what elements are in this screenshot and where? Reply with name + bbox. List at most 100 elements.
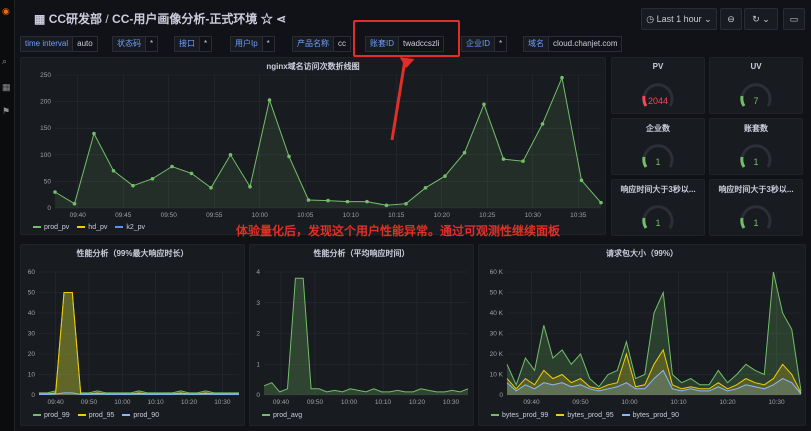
legend-label: bytes_prod_95	[567, 412, 614, 419]
folder-name[interactable]: CC研发部	[49, 12, 102, 26]
legend-label: prod_avg	[273, 412, 303, 419]
variable-status-code[interactable]: 状态码 *	[112, 36, 159, 52]
variable-label: 用户Ip	[230, 36, 263, 52]
legend-item[interactable]: prod_90	[122, 412, 159, 419]
data-point	[209, 185, 213, 190]
highlight-box	[353, 20, 460, 57]
variable-label: 状态码	[112, 36, 146, 52]
legend-item[interactable]: bytes_prod_95	[556, 412, 614, 419]
data-point	[540, 122, 545, 126]
legend-label: bytes_prod_90	[632, 412, 679, 419]
x-tick-label: 09:40	[70, 212, 87, 219]
stat-panel[interactable]: 账套数 1	[709, 118, 803, 175]
data-point	[170, 164, 174, 169]
x-tick-label: 09:45	[115, 212, 132, 219]
data-point	[53, 190, 57, 194]
grafana-logo-icon[interactable]: ◉	[2, 6, 12, 16]
stat-panel[interactable]: UV 7	[709, 57, 803, 114]
stat-title: 响应时间大于3秒以...	[718, 185, 794, 194]
data-point	[72, 201, 77, 206]
variable-value[interactable]: cc	[334, 36, 351, 52]
y-tick-label: 20	[28, 351, 36, 358]
dashboards-icon[interactable]: ▦	[2, 82, 12, 92]
legend-item[interactable]: prod_avg	[262, 412, 302, 419]
stat-title: 账套数	[744, 124, 768, 133]
x-tick-label: 10:00	[114, 399, 131, 406]
variable-value[interactable]: *	[262, 36, 275, 52]
y-tick-label: 60	[28, 269, 36, 276]
refresh-icon[interactable]: ↻ ⌄	[744, 8, 778, 30]
dashboard-title[interactable]: CC-用户画像分析-正式环境	[112, 12, 257, 26]
y-tick-label: 0	[256, 392, 260, 399]
data-point	[599, 200, 603, 205]
panel-avg-latency[interactable]: 性能分析（平均响应时间） 0 1 2 3 4 09:40 09:50 10:00 10:10 10…	[249, 244, 474, 426]
legend-label: k2_pv	[126, 224, 146, 231]
variable-value[interactable]: auto	[73, 36, 98, 52]
x-tick-label: 10:10	[148, 399, 165, 406]
stat-panel[interactable]: 响应时间大于3秒以... 1	[611, 179, 705, 236]
x-tick-label: 10:20	[719, 399, 736, 406]
legend-item[interactable]: prod_pv	[33, 224, 69, 231]
stat-panel[interactable]: 响应时间大于3秒以... 1	[709, 179, 803, 236]
variable-api[interactable]: 接口 *	[174, 36, 213, 52]
variable-value[interactable]: cloud.chanjet.com	[549, 36, 623, 52]
share-icon[interactable]: ⋖	[276, 12, 286, 26]
data-point	[248, 184, 252, 189]
data-point	[189, 171, 194, 176]
variable-enterprise-id[interactable]: 企业ID *	[461, 36, 508, 52]
data-point	[521, 159, 525, 163]
variable-value[interactable]: *	[200, 36, 213, 52]
legend-label: prod_90	[133, 412, 160, 419]
zoom-out-icon[interactable]: ⊖	[720, 8, 742, 30]
variable-domain[interactable]: 域名 cloud.chanjet.com	[523, 36, 623, 52]
legend-item[interactable]: k2_pv	[115, 224, 145, 231]
tv-mode-icon[interactable]: ▭	[783, 8, 805, 30]
panel-request-size[interactable]: 请求包大小（99%） 0 10 K 20 K 30 K 40 K 50 K 60 K 09:4…	[478, 244, 806, 426]
variable-value[interactable]: *	[495, 36, 508, 52]
search-icon[interactable]: ⌕	[2, 56, 12, 66]
panel-nginx-visits[interactable]: nginx域名访问次数折线图 0 50 100 150 200 250 09:40 09:45…	[20, 57, 606, 235]
y-tick-label: 50	[28, 290, 36, 297]
star-icon[interactable]: ☆	[261, 12, 273, 26]
variable-time-interval[interactable]: time interval auto	[20, 36, 98, 52]
data-point	[92, 131, 96, 136]
legend-label: bytes_prod_99	[502, 412, 549, 419]
legend-item[interactable]: hd_pv	[77, 224, 107, 231]
data-point	[579, 178, 584, 183]
x-tick-label: 09:50	[161, 212, 178, 219]
data-point	[345, 199, 350, 204]
y-tick-label: 10	[28, 372, 36, 379]
x-tick-label: 10:30	[768, 399, 785, 406]
x-tick-label: 10:30	[525, 212, 542, 219]
dashboard-breadcrumb: ▦ CC研发部 / CC-用户画像分析-正式环境 ☆ ⋖	[34, 10, 286, 27]
time-range-label: Last 1 hour	[656, 14, 702, 24]
stat-title: 响应时间大于3秒以...	[620, 185, 696, 194]
data-point	[560, 75, 564, 80]
x-tick-label: 10:00	[621, 399, 638, 406]
x-tick-label: 09:40	[48, 399, 65, 406]
explore-icon[interactable]: ⚑	[2, 106, 12, 116]
variable-user-ip[interactable]: 用户Ip *	[230, 36, 275, 52]
panel-p99-latency[interactable]: 性能分析（99%最大响应时长） 0 10 20 30 40 50 60 09:40 09:50 1…	[20, 244, 245, 426]
legend-item[interactable]: bytes_prod_99	[491, 412, 548, 419]
variable-value[interactable]: *	[146, 36, 159, 52]
stat-value: 1	[655, 157, 661, 167]
data-point	[131, 183, 135, 188]
time-range-picker[interactable]: ◷ Last 1 hour ⌄	[641, 8, 717, 30]
y-tick-label: 0	[31, 392, 35, 399]
legend-item[interactable]: prod_99	[33, 412, 70, 419]
y-tick-label: 3	[256, 300, 260, 307]
apps-icon[interactable]: ▦	[34, 12, 45, 26]
x-tick-label: 10:20	[409, 399, 426, 406]
x-tick-label: 10:35	[570, 212, 587, 219]
stat-title: UV	[750, 62, 762, 71]
legend-item[interactable]: prod_95	[77, 412, 114, 419]
y-tick-label: 40	[28, 310, 36, 317]
y-tick-label: 150	[40, 125, 51, 132]
legend-item[interactable]: bytes_prod_90	[621, 412, 679, 419]
y-tick-label: 50	[44, 178, 52, 185]
stat-title: PV	[652, 62, 664, 71]
stat-panel[interactable]: 企业数 1	[611, 118, 705, 175]
stat-panel[interactable]: PV 2044	[611, 57, 705, 114]
variable-product[interactable]: 产品名称 cc	[292, 36, 351, 52]
